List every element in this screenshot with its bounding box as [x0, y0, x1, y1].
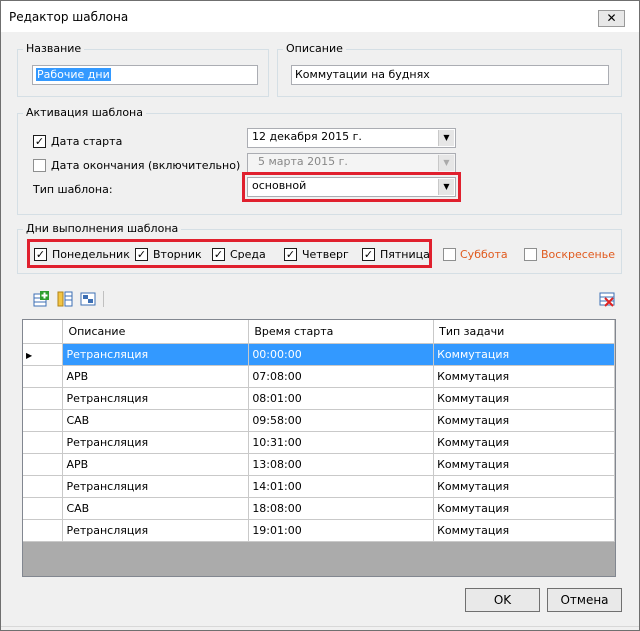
- table-row[interactable]: САВ 09:58:00 Коммутация: [23, 409, 615, 432]
- cell-start-time[interactable]: 09:58:00: [248, 409, 435, 432]
- cell-task-type[interactable]: Коммутация: [433, 453, 615, 476]
- cell-task-type[interactable]: Коммутация: [433, 497, 615, 520]
- sunday-checkbox[interactable]: [524, 248, 537, 261]
- row-header[interactable]: [23, 431, 64, 454]
- table-row[interactable]: Ретрансляция 08:01:00 Коммутация: [23, 387, 615, 410]
- close-button[interactable]: ✕: [598, 10, 625, 27]
- start-date-picker[interactable]: 12 декабря 2015 г. ▼: [247, 128, 456, 148]
- row-header[interactable]: [23, 497, 64, 520]
- cell-task-type[interactable]: Коммутация: [433, 387, 615, 410]
- edit-row-icon[interactable]: [80, 291, 96, 307]
- weekdays-group-legend: Дни выполнения шаблона: [23, 222, 182, 236]
- cell-description[interactable]: САВ: [62, 409, 250, 432]
- cell-start-time[interactable]: 10:31:00: [248, 431, 435, 454]
- name-input-value: Рабочие дни: [36, 68, 111, 81]
- description-group-legend: Описание: [283, 42, 346, 56]
- column-header-task-type[interactable]: Тип задачи: [433, 320, 615, 344]
- template-editor-window: Редактор шаблона ✕ Название Рабочие дни …: [0, 0, 640, 631]
- name-input[interactable]: Рабочие дни: [32, 65, 258, 85]
- end-date-value: 5 марта 2015 г.: [258, 155, 348, 168]
- cell-task-type[interactable]: Коммутация: [433, 519, 615, 542]
- cell-task-type[interactable]: Коммутация: [433, 409, 615, 432]
- end-date-checkbox[interactable]: [33, 159, 46, 172]
- grid-body: ▶ Ретрансляция 00:00:00 Коммутация АРВ 07:08:…: [23, 343, 615, 542]
- table-row[interactable]: Ретрансляция 14:01:00 Коммутация: [23, 475, 615, 498]
- cell-description[interactable]: САВ: [62, 497, 250, 520]
- current-row-marker-icon: ▶: [26, 351, 33, 360]
- dialog-body: Название Рабочие дни Описание Коммутации…: [6, 32, 634, 625]
- table-row[interactable]: Ретрансляция 19:01:00 Коммутация: [23, 519, 615, 542]
- chevron-down-icon[interactable]: ▼: [438, 155, 454, 171]
- sunday-label: Воскресенье: [541, 248, 615, 261]
- cell-description[interactable]: АРВ: [62, 365, 250, 388]
- start-date-value: 12 декабря 2015 г.: [252, 130, 362, 143]
- start-date-checkbox[interactable]: ✓: [33, 135, 46, 148]
- add-row-icon[interactable]: [33, 291, 49, 307]
- activation-group: Активация шаблона ✓ Дата старта 12 декаб…: [17, 106, 622, 215]
- weekdays-highlight: [27, 239, 432, 268]
- schedule-table: Описание Время старта Тип задачи ▶ Ретран…: [23, 320, 615, 542]
- cell-description[interactable]: Ретрансляция: [62, 387, 250, 410]
- template-type-label: Тип шаблона:: [33, 183, 113, 196]
- cell-start-time[interactable]: 14:01:00: [248, 475, 435, 498]
- cell-description[interactable]: АРВ: [62, 453, 250, 476]
- cell-description[interactable]: Ретрансляция: [62, 343, 250, 366]
- table-row[interactable]: ▶ Ретрансляция 00:00:00 Коммутация: [23, 343, 615, 366]
- cell-task-type[interactable]: Коммутация: [433, 475, 615, 498]
- window-title: Редактор шаблона: [9, 10, 129, 24]
- start-date-label: Дата старта: [51, 135, 123, 148]
- column-header-start-time[interactable]: Время старта: [248, 320, 435, 344]
- row-header-corner: [23, 320, 64, 344]
- cell-description[interactable]: Ретрансляция: [62, 431, 250, 454]
- row-header[interactable]: [23, 409, 64, 432]
- cell-description[interactable]: Ретрансляция: [62, 519, 250, 542]
- cell-start-time[interactable]: 00:00:00: [248, 343, 435, 366]
- name-group-legend: Название: [23, 42, 85, 56]
- table-row[interactable]: АРВ 07:08:00 Коммутация: [23, 365, 615, 388]
- description-group: Описание Коммутации на буднях: [277, 42, 622, 97]
- cell-start-time[interactable]: 19:01:00: [248, 519, 435, 542]
- table-row[interactable]: Ретрансляция 10:31:00 Коммутация: [23, 431, 615, 454]
- cell-start-time[interactable]: 08:01:00: [248, 387, 435, 410]
- column-header-description[interactable]: Описание: [62, 320, 250, 344]
- description-input-value: Коммутации на буднях: [295, 68, 430, 81]
- cell-description[interactable]: Ретрансляция: [62, 475, 250, 498]
- row-header[interactable]: ▶: [23, 343, 64, 366]
- description-input[interactable]: Коммутации на буднях: [291, 65, 609, 85]
- cell-task-type[interactable]: Коммутация: [433, 365, 615, 388]
- table-row[interactable]: САВ 18:08:00 Коммутация: [23, 497, 615, 520]
- row-header[interactable]: [23, 387, 64, 410]
- cell-task-type[interactable]: Коммутация: [433, 431, 615, 454]
- saturday-checkbox[interactable]: [443, 248, 456, 261]
- copy-row-icon[interactable]: [57, 291, 73, 307]
- end-date-picker[interactable]: 5 марта 2015 г. ▼: [247, 153, 456, 173]
- cell-task-type[interactable]: Коммутация: [433, 343, 615, 366]
- end-date-label: Дата окончания (включительно): [51, 159, 241, 172]
- toolbar-separator: [103, 291, 104, 307]
- name-group: Название Рабочие дни: [17, 42, 269, 97]
- row-header[interactable]: [23, 453, 64, 476]
- template-type-highlight: [242, 172, 461, 202]
- cell-start-time[interactable]: 07:08:00: [248, 365, 435, 388]
- ok-button[interactable]: OK: [465, 588, 540, 612]
- weekdays-group: Дни выполнения шаблона ✓ Понедельник ✓ В…: [17, 222, 622, 274]
- schedule-grid[interactable]: Описание Время старта Тип задачи ▶ Ретран…: [22, 319, 616, 577]
- window-bottom-edge: [1, 626, 639, 627]
- cell-start-time[interactable]: 13:08:00: [248, 453, 435, 476]
- cancel-button[interactable]: Отмена: [547, 588, 622, 612]
- cell-start-time[interactable]: 18:08:00: [248, 497, 435, 520]
- activation-group-legend: Активация шаблона: [23, 106, 146, 120]
- row-header[interactable]: [23, 475, 64, 498]
- grid-header-row: Описание Время старта Тип задачи: [23, 320, 615, 344]
- chevron-down-icon[interactable]: ▼: [438, 130, 454, 146]
- row-header[interactable]: [23, 519, 64, 542]
- table-row[interactable]: АРВ 13:08:00 Коммутация: [23, 453, 615, 476]
- delete-row-icon[interactable]: [599, 291, 615, 307]
- saturday-label: Суббота: [460, 248, 508, 261]
- row-header[interactable]: [23, 365, 64, 388]
- title-bar: Редактор шаблона ✕: [1, 1, 639, 32]
